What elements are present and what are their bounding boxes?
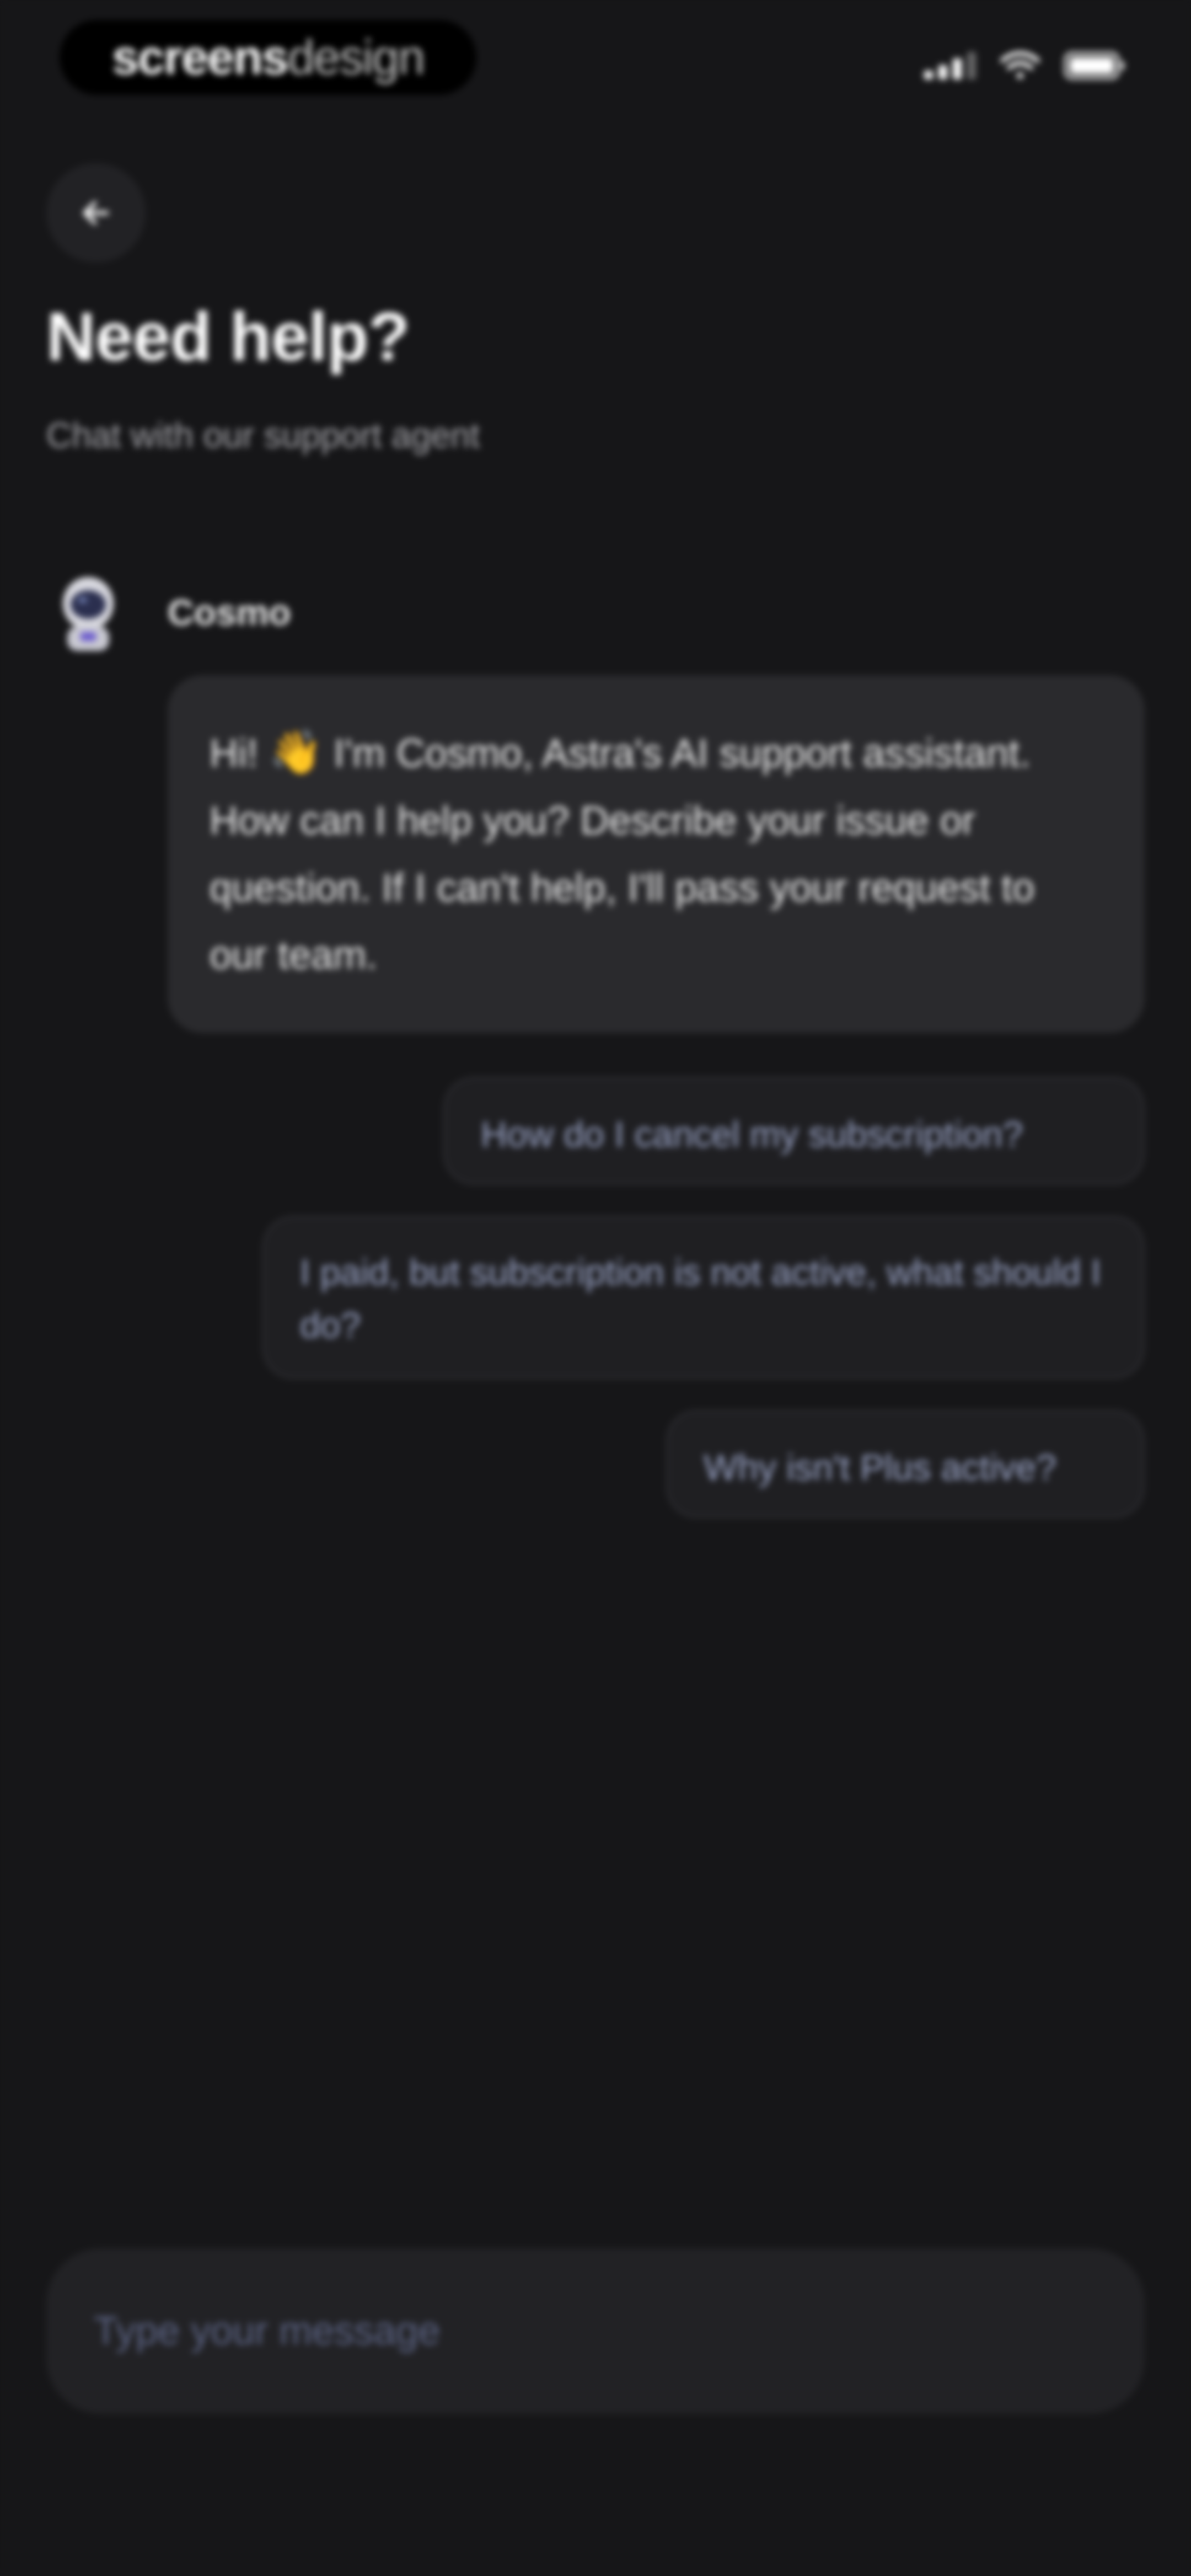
status-icons <box>924 51 1124 79</box>
status-bar: screens design <box>0 0 1191 121</box>
support-chat-screen: screens design Need help? Chat with our s… <box>0 0 1191 2576</box>
suggestion-chip[interactable]: Why isn't Plus active? <box>666 1410 1145 1518</box>
astronaut-avatar-icon <box>63 577 114 651</box>
brand-watermark: screens design <box>60 20 476 95</box>
agent-message-text: Hi! <box>210 731 269 776</box>
waving-hand-icon: 👋 <box>269 728 323 776</box>
wifi-icon <box>1000 51 1040 79</box>
suggestion-chip[interactable]: I paid, but subscription is not active, … <box>262 1216 1145 1379</box>
agent-message-text: I'm Cosmo, Astra's AI support assistant.… <box>210 731 1035 977</box>
agent-header: Cosmo <box>53 571 291 653</box>
battery-icon <box>1064 52 1124 79</box>
page-title: Need help? <box>46 299 410 375</box>
brand-name-light: design <box>287 30 425 84</box>
arrow-left-icon <box>83 201 109 225</box>
message-composer <box>46 2248 1145 2414</box>
cellular-signal-icon <box>924 51 976 79</box>
agent-name: Cosmo <box>168 592 291 633</box>
brand-name-strong: screens <box>111 30 289 84</box>
agent-message-bubble: Hi! 👋 I'm Cosmo, Astra's AI support assi… <box>168 675 1145 1033</box>
message-input[interactable] <box>93 2308 1098 2354</box>
page-subtitle: Chat with our support agent <box>46 415 480 455</box>
suggestion-chip[interactable]: How do I cancel my subscription? <box>443 1077 1145 1185</box>
back-button[interactable] <box>46 163 146 263</box>
